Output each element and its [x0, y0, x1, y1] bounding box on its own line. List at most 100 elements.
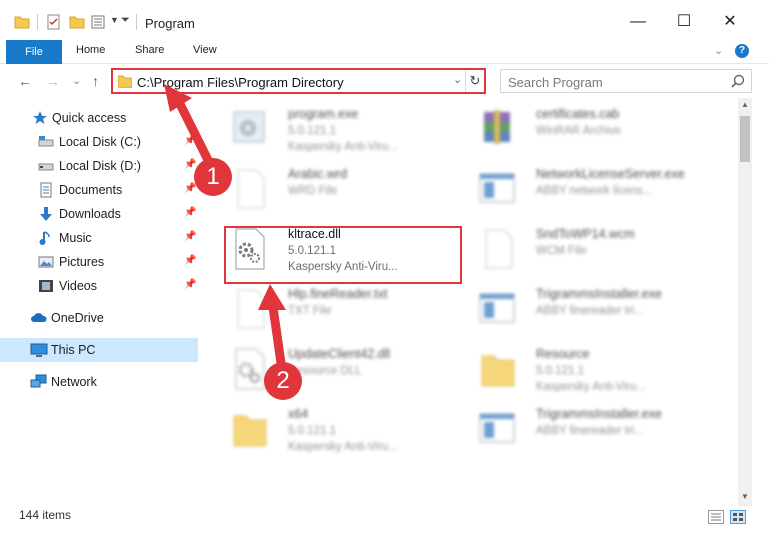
tab-file[interactable]: File	[6, 40, 62, 64]
search-input[interactable]: Search Program	[508, 75, 603, 90]
navigation-pane: Quick access Local Disk (C:) 📌 Local Dis…	[0, 98, 206, 498]
drive-icon	[38, 163, 54, 171]
pin-icon[interactable]: 📌	[184, 159, 196, 170]
sidebar-item-label: Pictures	[59, 255, 105, 269]
ribbon: File Home Share View ⌄ ?	[0, 40, 769, 64]
file-version: 5.0.121.1	[536, 365, 584, 377]
file-item[interactable]: UpdateClient42.dll Resource DLL	[228, 340, 478, 400]
file-name: TrigrammsInstaller.exe	[536, 287, 662, 301]
file-item[interactable]: TrigrammsInstaller.exe ABBY finereader t…	[476, 280, 726, 340]
tab-view[interactable]: View	[193, 44, 217, 56]
refresh-button[interactable]: ↻	[465, 70, 484, 92]
cloud-icon	[31, 313, 47, 322]
sidebar-item-network[interactable]: Network	[0, 370, 200, 394]
back-button[interactable]: ←	[18, 73, 32, 89]
file-item[interactable]: TrigrammsInstaller.exe ABBY finereader t…	[476, 400, 726, 460]
tab-share[interactable]: Share	[135, 44, 164, 56]
window-icon	[479, 293, 515, 323]
file-item[interactable]: x64 5.0.121.1 Kaspersky Anti-Viru...	[228, 400, 478, 460]
sidebar-item-documents[interactable]: Documents 📌	[0, 178, 200, 202]
up-button[interactable]: ↑	[92, 73, 99, 89]
forward-button[interactable]: →	[46, 73, 60, 89]
close-button[interactable]: ✕	[716, 10, 744, 34]
address-dropdown-icon[interactable]: ⌄	[453, 73, 462, 86]
file-type: WRD File	[288, 185, 338, 197]
file-item[interactable]: Resource 5.0.121.1 Kaspersky Anti-Viru..…	[476, 340, 726, 400]
file-name: program.exe	[288, 107, 359, 121]
file-name: Arabic.wrd	[288, 167, 348, 181]
file-type: WCM File	[536, 245, 587, 257]
blank-file-icon	[237, 289, 265, 329]
window-title: Program	[145, 16, 195, 31]
pin-icon[interactable]: 📌	[184, 207, 196, 218]
file-type: ABBY finereader tri...	[536, 425, 644, 437]
pin-icon[interactable]: 📌	[184, 255, 196, 266]
callout-2: 2	[264, 362, 302, 400]
sidebar-item-label: Local Disk (C:)	[59, 135, 141, 149]
pin-icon[interactable]: 📌	[184, 135, 196, 146]
file-item[interactable]: Hlp.fineReader.txt TXT File	[228, 280, 478, 340]
sidebar-item-local-disk-c[interactable]: Local Disk (C:) 📌	[0, 130, 200, 154]
address-bar[interactable]: C:\Program Files\Program Directory ⌄ ↻	[111, 68, 486, 94]
file-item[interactable]: certificates.cab WinRAR Archive	[476, 100, 726, 160]
tiles-view-icon[interactable]	[730, 510, 746, 524]
file-item[interactable]: Arabic.wrd WRD File	[228, 160, 478, 220]
scroll-up-icon[interactable]: ▲	[738, 98, 752, 112]
file-version: 5.0.121.1	[288, 425, 336, 437]
sidebar-item-quick-access[interactable]: Quick access	[0, 106, 200, 130]
scroll-down-icon[interactable]: ▼	[738, 490, 752, 504]
sidebar-item-music[interactable]: Music 📌	[0, 226, 200, 250]
file-item[interactable]: program.exe 5.0.121.1 Kaspersky Anti-Vir…	[228, 100, 478, 160]
sidebar-item-label: Network	[51, 375, 97, 389]
sidebar-item-videos[interactable]: Videos 📌	[0, 274, 200, 298]
videos-icon	[39, 280, 53, 292]
minimize-button[interactable]: —	[624, 10, 652, 34]
sidebar-item-downloads[interactable]: Downloads 📌	[0, 202, 200, 226]
sidebar-item-label: Downloads	[59, 207, 121, 221]
chevron-down-icon[interactable]: ▼	[110, 15, 119, 25]
details-view-icon[interactable]	[708, 510, 724, 524]
file-name: NetworkLicenseServer.exe	[536, 167, 685, 181]
pin-icon[interactable]: 📌	[184, 279, 196, 290]
file-item[interactable]: SndToWP14.wcm WCM File	[476, 220, 726, 280]
folder-icon	[233, 415, 267, 447]
archive-icon	[484, 110, 510, 144]
sidebar-item-label: Local Disk (D:)	[59, 159, 141, 173]
pin-icon[interactable]: 📌	[184, 231, 196, 242]
folder-icon	[481, 355, 515, 387]
file-description: Kaspersky Anti-Viru...	[288, 441, 398, 453]
new-folder-icon[interactable]	[69, 14, 85, 30]
file-version: 5.0.121.1	[288, 125, 336, 137]
search-box[interactable]: Search Program	[500, 69, 752, 93]
sidebar-item-onedrive[interactable]: OneDrive	[0, 306, 200, 330]
kltrace-highlight-box	[224, 226, 462, 284]
tab-home[interactable]: Home	[76, 44, 105, 56]
recent-locations-button[interactable]: ⌄	[72, 74, 81, 87]
sidebar-item-label: Quick access	[52, 111, 127, 125]
scrollbar-thumb[interactable]	[740, 116, 750, 162]
vertical-scrollbar[interactable]: ▲ ▼	[738, 98, 752, 506]
customize-icon[interactable]	[91, 14, 109, 30]
sidebar-item-this-pc[interactable]: This PC	[0, 338, 198, 362]
sidebar-item-pictures[interactable]: Pictures 📌	[0, 250, 200, 274]
file-name: Hlp.fineReader.txt	[288, 287, 388, 301]
network-icon	[30, 374, 47, 388]
file-item[interactable]: NetworkLicenseServer.exe ABBY network li…	[476, 160, 726, 220]
folder-icon[interactable]	[14, 14, 30, 30]
download-icon	[40, 207, 52, 221]
quick-access-dropdown-icon[interactable]: ⏷	[121, 14, 130, 27]
sidebar-item-local-disk-d[interactable]: Local Disk (D:) 📌	[0, 154, 200, 178]
help-icon[interactable]: ?	[735, 44, 749, 58]
file-name: UpdateClient42.dll	[288, 347, 391, 361]
expand-ribbon-icon[interactable]: ⌄	[714, 44, 723, 57]
file-type: WinRAR Archive	[536, 125, 621, 137]
properties-icon[interactable]	[46, 14, 62, 30]
exe-icon	[233, 111, 265, 143]
pin-icon[interactable]: 📌	[184, 183, 196, 194]
title-bar: ▼ ⏷ Program — ☐ ✕	[0, 0, 769, 44]
pc-icon	[30, 343, 48, 357]
file-name: TrigrammsInstaller.exe	[536, 407, 662, 421]
address-path[interactable]: C:\Program Files\Program Directory	[137, 75, 344, 90]
search-icon[interactable]	[731, 74, 745, 88]
maximize-button[interactable]: ☐	[670, 10, 698, 34]
